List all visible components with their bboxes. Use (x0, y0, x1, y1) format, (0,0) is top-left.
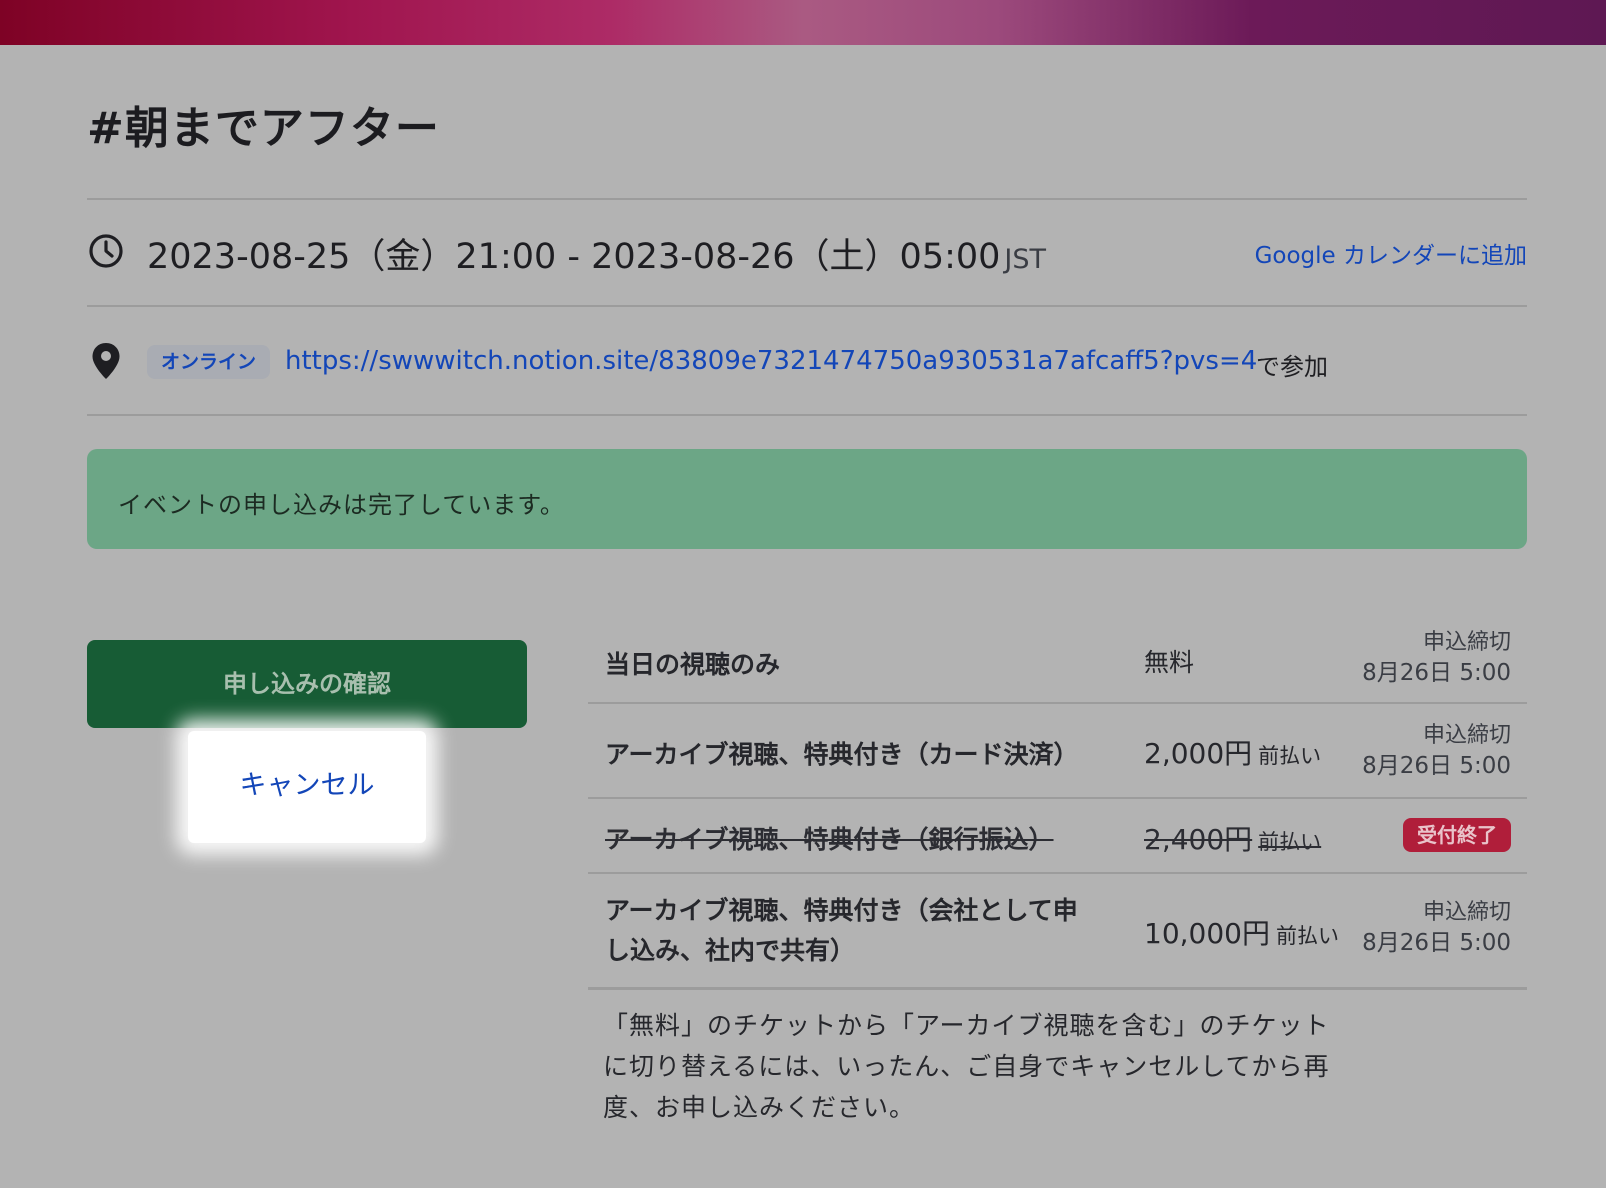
cancel-button[interactable]: キャンセル (188, 731, 426, 843)
event-datetime: 2023-08-25（金）21:00 - 2023-08-26（土）05:00 J… (147, 228, 1046, 279)
divider (87, 414, 1527, 416)
ticket-table: 当日の視聴のみ 無料 申込締切 8月26日 5:00 アーカイブ視聴、特典付き（… (588, 630, 1527, 990)
ticket-name-line: アーカイブ視聴、特典付き（会社として申 (605, 896, 1078, 925)
datetime-range: 2023-08-25（金）21:00 - 2023-08-26（土）05:00 (147, 237, 1001, 277)
ticket-name-line: し込み、社内で共有） (605, 936, 856, 965)
divider (87, 305, 1527, 307)
ticket-price: 10,000円 前払い (1144, 912, 1339, 952)
join-suffix: で参加 (1256, 353, 1328, 381)
note-line: に切り替えるには、いったん、ご自身でキャンセルしてから再 (603, 1052, 1330, 1081)
divider (87, 198, 1527, 200)
registration-complete-notice: イベントの申し込みは完了しています。 (87, 449, 1527, 549)
ticket-price: 無料 (1144, 648, 1195, 677)
online-badge: オンライン (147, 345, 271, 379)
event-url-link[interactable]: https://swwwitch.notion.site/83809e73214… (285, 346, 1257, 376)
sold-out-badge: 受付終了 (1403, 818, 1511, 852)
ticket-row: 当日の視聴のみ 無料 申込締切 8月26日 5:00 (588, 630, 1527, 704)
deadline-date: 8月26日 5:00 (1362, 660, 1511, 686)
deadline-date: 8月26日 5:00 (1362, 753, 1511, 779)
clock-icon (89, 234, 123, 268)
notice-text: イベントの申し込みは完了しています。 (118, 491, 565, 519)
header-gradient-bar (0, 0, 1606, 45)
ticket-row: アーカイブ視聴、特典付き（カード決済） 2,000円 前払い 申込締切 8月26日… (588, 704, 1527, 799)
note-line: 度、お申し込みください。 (603, 1093, 916, 1122)
payment-type: 前払い (1275, 924, 1339, 948)
note-line: 「無料」のチケットから「アーカイブ視聴を含む」のチケット (603, 1011, 1330, 1040)
ticket-change-note: 「無料」のチケットから「アーカイブ視聴を含む」のチケット に切り替えるには、いっ… (603, 1005, 1343, 1128)
add-to-google-calendar-link[interactable]: Google カレンダーに追加 (1255, 236, 1527, 270)
ticket-price: 2,400円 前払い (1144, 818, 1321, 858)
payment-type: 前払い (1258, 744, 1322, 768)
ticket-name: アーカイブ視聴、特典付き（会社として申 し込み、社内で共有） (605, 891, 1078, 971)
price-amount: 2,000円 (1144, 737, 1253, 770)
deadline-label: 申込締切 (1422, 630, 1511, 655)
ticket-name: アーカイブ視聴、特典付き（銀行振込） (605, 825, 1054, 854)
ticket-deadline: 申込締切 8月26日 5:00 (1362, 720, 1511, 782)
deadline-label: 申込締切 (1422, 900, 1511, 925)
ticket-row-closed: アーカイブ視聴、特典付き（銀行振込） 2,400円 前払い 受付終了 (588, 799, 1527, 874)
timezone-label: JST (1004, 244, 1047, 275)
ticket-deadline: 申込締切 8月26日 5:00 (1362, 627, 1511, 689)
ticket-name: 当日の視聴のみ (605, 650, 781, 679)
ticket-price: 2,000円 前払い (1144, 732, 1321, 772)
deadline-date: 8月26日 5:00 (1362, 930, 1511, 956)
ticket-name: アーカイブ視聴、特典付き（カード決済） (605, 740, 1079, 769)
deadline-label: 申込締切 (1422, 723, 1511, 748)
price-amount: 10,000円 (1144, 917, 1270, 950)
ticket-deadline: 申込締切 8月26日 5:00 (1362, 897, 1511, 959)
price-amount: 2,400円 (1144, 823, 1253, 856)
map-pin-icon (92, 343, 120, 379)
payment-type: 前払い (1258, 830, 1322, 854)
confirm-registration-button[interactable]: 申し込みの確認 (87, 640, 527, 728)
ticket-row: アーカイブ視聴、特典付き（会社として申 し込み、社内で共有） 10,000円 前払… (588, 874, 1527, 990)
event-title: #朝までアフター (87, 103, 440, 154)
